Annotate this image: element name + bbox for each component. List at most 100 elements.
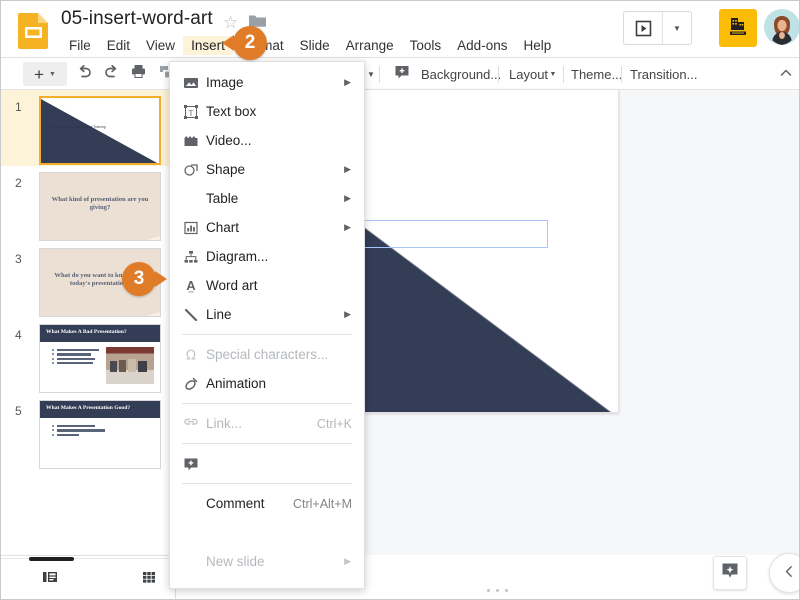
chevron-down-icon: ▼ <box>49 70 56 78</box>
menu-slide[interactable]: Slide <box>292 36 338 55</box>
menu-item-table[interactable]: Table ▶ <box>170 184 364 213</box>
menu-item-line[interactable]: Line ▶ <box>170 300 364 329</box>
google-slides-logo[interactable] <box>17 11 51 49</box>
menu-item-image[interactable]: Image ▶ <box>170 68 364 97</box>
canvas-resize-handle[interactable] <box>487 589 508 592</box>
slide-thumbnail-5[interactable]: What Makes A Presentation Good? <box>39 400 161 469</box>
menu-addons[interactable]: Add-ons <box>449 36 515 55</box>
menu-item-label: Link... <box>206 416 243 431</box>
list-item[interactable]: 2 What kind of presentation are you givi… <box>1 166 175 242</box>
menu-item-comment[interactable] <box>170 449 364 478</box>
slide-number: 4 <box>15 328 22 342</box>
chevron-up-icon <box>779 66 793 83</box>
document-title[interactable]: 05-insert-word-art <box>61 8 213 30</box>
menu-item-label: New slide <box>206 554 265 569</box>
chevron-left-icon <box>783 565 796 581</box>
layout-chevron-down-icon[interactable]: ▼ <box>546 62 560 86</box>
menu-help[interactable]: Help <box>515 36 559 55</box>
slide-number: 2 <box>15 176 22 190</box>
menu-separator <box>182 443 352 444</box>
grid-view-button[interactable] <box>138 568 160 590</box>
slide-filmstrip[interactable]: 1 Bad and Good... Interactive Training 2… <box>1 90 176 555</box>
slide-number: 5 <box>15 404 22 418</box>
menu-item-shortcut: Ctrl+K <box>316 416 352 431</box>
toolbar-divider <box>498 66 499 83</box>
chart-icon <box>182 213 200 242</box>
hide-panel-button[interactable] <box>769 553 799 593</box>
collapse-toolbar-button[interactable] <box>776 62 796 86</box>
callout-badge-2: 2 <box>222 26 267 60</box>
menu-item-chart[interactable]: Chart ▶ <box>170 213 364 242</box>
slide-bullet-list <box>52 349 99 367</box>
share-building-icon <box>727 15 749 42</box>
top-bar: 05-insert-word-art ☆ File Edit View Inse… <box>1 1 799 58</box>
list-item[interactable]: 1 Bad and Good... Interactive Training <box>1 90 175 166</box>
slide-thumb-title: What kind of presentation are you giving… <box>51 196 149 211</box>
menu-item-diagram[interactable]: Diagram... <box>170 242 364 271</box>
star-outline-icon[interactable]: ☆ <box>223 14 238 31</box>
submenu-arrow-icon: ▶ <box>344 222 351 232</box>
add-comment-icon <box>394 64 410 85</box>
list-item[interactable]: 5 What Makes A Presentation Good? <box>1 394 175 470</box>
animation-icon <box>182 369 200 398</box>
new-slide-button[interactable]: + ▼ <box>23 62 67 86</box>
slide-thumb-title: Bad and Good... Interactive Training <box>51 124 106 130</box>
menu-item-shape[interactable]: Shape ▶ <box>170 155 364 184</box>
wordart-icon: A <box>182 271 200 300</box>
slide-thumbnail-4[interactable]: What Makes A Bad Presentation? <box>39 324 161 393</box>
menu-item-label: Word art <box>206 278 258 293</box>
redo-arrow-icon <box>103 63 120 85</box>
menu-item-label: Shape <box>206 162 246 177</box>
filmstrip-view-icon <box>41 568 59 591</box>
slide-thumbnail-2[interactable]: What kind of presentation are you giving… <box>39 172 161 241</box>
menu-item-new-slide[interactable]: Comment Ctrl+Alt+M <box>170 489 364 518</box>
avatar[interactable] <box>764 9 799 45</box>
redo-button[interactable] <box>98 62 124 86</box>
list-item[interactable]: 4 What Makes A Bad Presentation? <box>1 318 175 394</box>
link-icon <box>182 409 200 438</box>
undo-button[interactable] <box>71 62 97 86</box>
menu-view[interactable]: View <box>138 36 183 55</box>
scrollbar-thumb[interactable] <box>29 557 74 561</box>
shape-icon <box>182 155 200 184</box>
background-button[interactable]: Background... <box>421 62 501 86</box>
menu-tools[interactable]: Tools <box>402 36 450 55</box>
present-chevron-down-icon[interactable]: ▼ <box>662 12 691 44</box>
svg-text:T: T <box>189 108 194 117</box>
submenu-arrow-icon: ▶ <box>344 164 351 174</box>
menu-item-special-characters[interactable]: Ω Special characters... <box>170 340 364 369</box>
print-button[interactable] <box>125 62 151 86</box>
menu-item-placeholder[interactable]: New slide ▶ <box>170 547 364 576</box>
menu-item-slide-numbers[interactable] <box>170 518 364 547</box>
menu-item-text-box[interactable]: T Text box <box>170 97 364 126</box>
menu-item-label: Animation <box>206 376 267 391</box>
add-comment-button[interactable] <box>389 62 415 86</box>
svg-text:A: A <box>186 278 196 293</box>
slide-number: 1 <box>15 100 22 114</box>
slide-thumbnail-1[interactable]: Bad and Good... Interactive Training <box>39 96 161 165</box>
explore-icon <box>720 561 740 586</box>
menu-bar: File Edit View Insert Format Slide Arran… <box>61 35 559 56</box>
submenu-arrow-icon: ▶ <box>344 556 351 566</box>
menu-edit[interactable]: Edit <box>99 36 138 55</box>
filmstrip-view-button[interactable] <box>39 568 61 590</box>
menu-item-label: Special characters... <box>206 347 329 362</box>
menu-arrange[interactable]: Arrange <box>338 36 402 55</box>
slide-photo <box>106 347 154 384</box>
menu-file[interactable]: File <box>61 36 99 55</box>
insert-menu-dropdown[interactable]: Image ▶ T Text box Video... Shape ▶ Tabl… <box>169 61 365 589</box>
comment-icon <box>182 449 200 478</box>
layout-button[interactable]: Layout <box>509 62 548 86</box>
submenu-arrow-icon: ▶ <box>344 309 351 319</box>
transition-button[interactable]: Transition... <box>630 62 697 86</box>
menu-item-video[interactable]: Video... <box>170 126 364 155</box>
google-slides-window: 05-insert-word-art ☆ File Edit View Inse… <box>0 0 800 600</box>
explore-button[interactable] <box>713 556 747 590</box>
share-button[interactable] <box>719 9 757 47</box>
callout-badge-3: 3 <box>122 262 167 296</box>
menu-item-animation[interactable]: Animation <box>170 369 364 398</box>
menu-item-word-art[interactable]: A Word art <box>170 271 364 300</box>
menu-item-link[interactable]: Link... Ctrl+K <box>170 409 364 438</box>
theme-button[interactable]: Theme... <box>571 62 622 86</box>
present-play-icon[interactable] <box>624 12 662 44</box>
